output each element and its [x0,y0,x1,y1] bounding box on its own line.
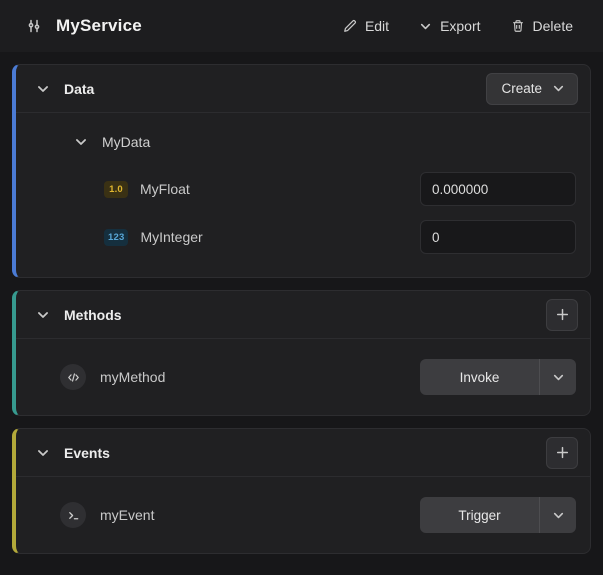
field-row-myinteger: 123 MyInteger [16,213,576,261]
pencil-icon [343,19,357,33]
myinteger-label: MyInteger [140,229,203,245]
myfloat-label: MyFloat [140,181,190,197]
event-row-myevent: myEvent Trigger [16,493,590,537]
events-section-header[interactable]: Events [16,429,590,477]
export-button[interactable]: Export [419,18,481,34]
integer-type-badge: 123 [104,228,129,246]
add-method-button[interactable] [546,298,578,331]
header-actions: Edit Export Delete [343,18,573,34]
invoke-button[interactable]: Invoke [420,359,539,395]
delete-label: Delete [532,18,573,34]
delete-button[interactable]: Delete [511,18,573,34]
invoke-dropdown-button[interactable] [539,359,576,395]
chevron-down-icon [552,82,565,95]
chevron-down-icon [552,509,565,522]
service-sliders-icon [26,18,42,34]
trigger-button[interactable]: Trigger [420,497,539,533]
events-section-title: Events [64,444,110,461]
data-section-title: Data [64,80,95,97]
methods-section: Methods myMethod Invoke [12,290,591,416]
chevron-down-icon[interactable] [36,82,50,96]
events-section: Events myEvent Trigger [12,428,591,554]
data-section-header[interactable]: Data Create [16,65,590,113]
methods-section-body: myMethod Invoke [16,339,590,415]
myinteger-input[interactable] [420,220,576,254]
invoke-split-button: Invoke [420,359,576,395]
plus-icon [555,307,570,322]
terminal-prompt-icon [60,502,86,528]
chevron-down-icon [552,371,565,384]
header: MyService Edit Export Delete [0,0,603,52]
create-label: Create [501,81,542,96]
chevron-down-icon[interactable] [36,446,50,460]
chevron-down-icon[interactable] [36,308,50,322]
mydata-group-row[interactable]: MyData [16,119,576,165]
data-section: Data Create MyData 1.0 MyFloat 0.000000 … [12,64,591,278]
mydata-group-label: MyData [102,134,151,150]
float-type-badge: 1.0 [104,180,128,198]
field-row-myfloat: 1.0 MyFloat [16,165,576,213]
trigger-label: Trigger [458,507,501,523]
chevron-down-icon [419,20,432,33]
export-label: Export [440,18,481,34]
add-event-button[interactable] [546,436,578,469]
code-brackets-icon [60,364,86,390]
plus-icon [555,445,570,460]
page-title: MyService [56,16,142,35]
edit-label: Edit [364,18,390,34]
chevron-down-icon[interactable] [74,135,88,149]
myevent-label: myEvent [100,507,155,523]
mymethod-label: myMethod [100,369,166,385]
invoke-label: Invoke [459,369,500,385]
methods-section-header[interactable]: Methods [16,291,590,339]
trigger-split-button: Trigger [420,497,576,533]
data-section-body: MyData 1.0 MyFloat 123 MyInteger [16,113,590,277]
myfloat-input[interactable] [420,172,576,206]
events-section-body: myEvent Trigger [16,477,590,553]
trigger-dropdown-button[interactable] [539,497,576,533]
main-content: Data Create MyData 1.0 MyFloat 0.000000 … [0,52,603,554]
methods-section-title: Methods [64,306,122,323]
edit-button[interactable]: Edit [343,18,389,34]
trash-icon [511,19,525,33]
header-left: MyService [26,16,142,36]
method-row-mymethod: myMethod Invoke [16,355,590,399]
create-button[interactable]: Create [486,72,578,105]
